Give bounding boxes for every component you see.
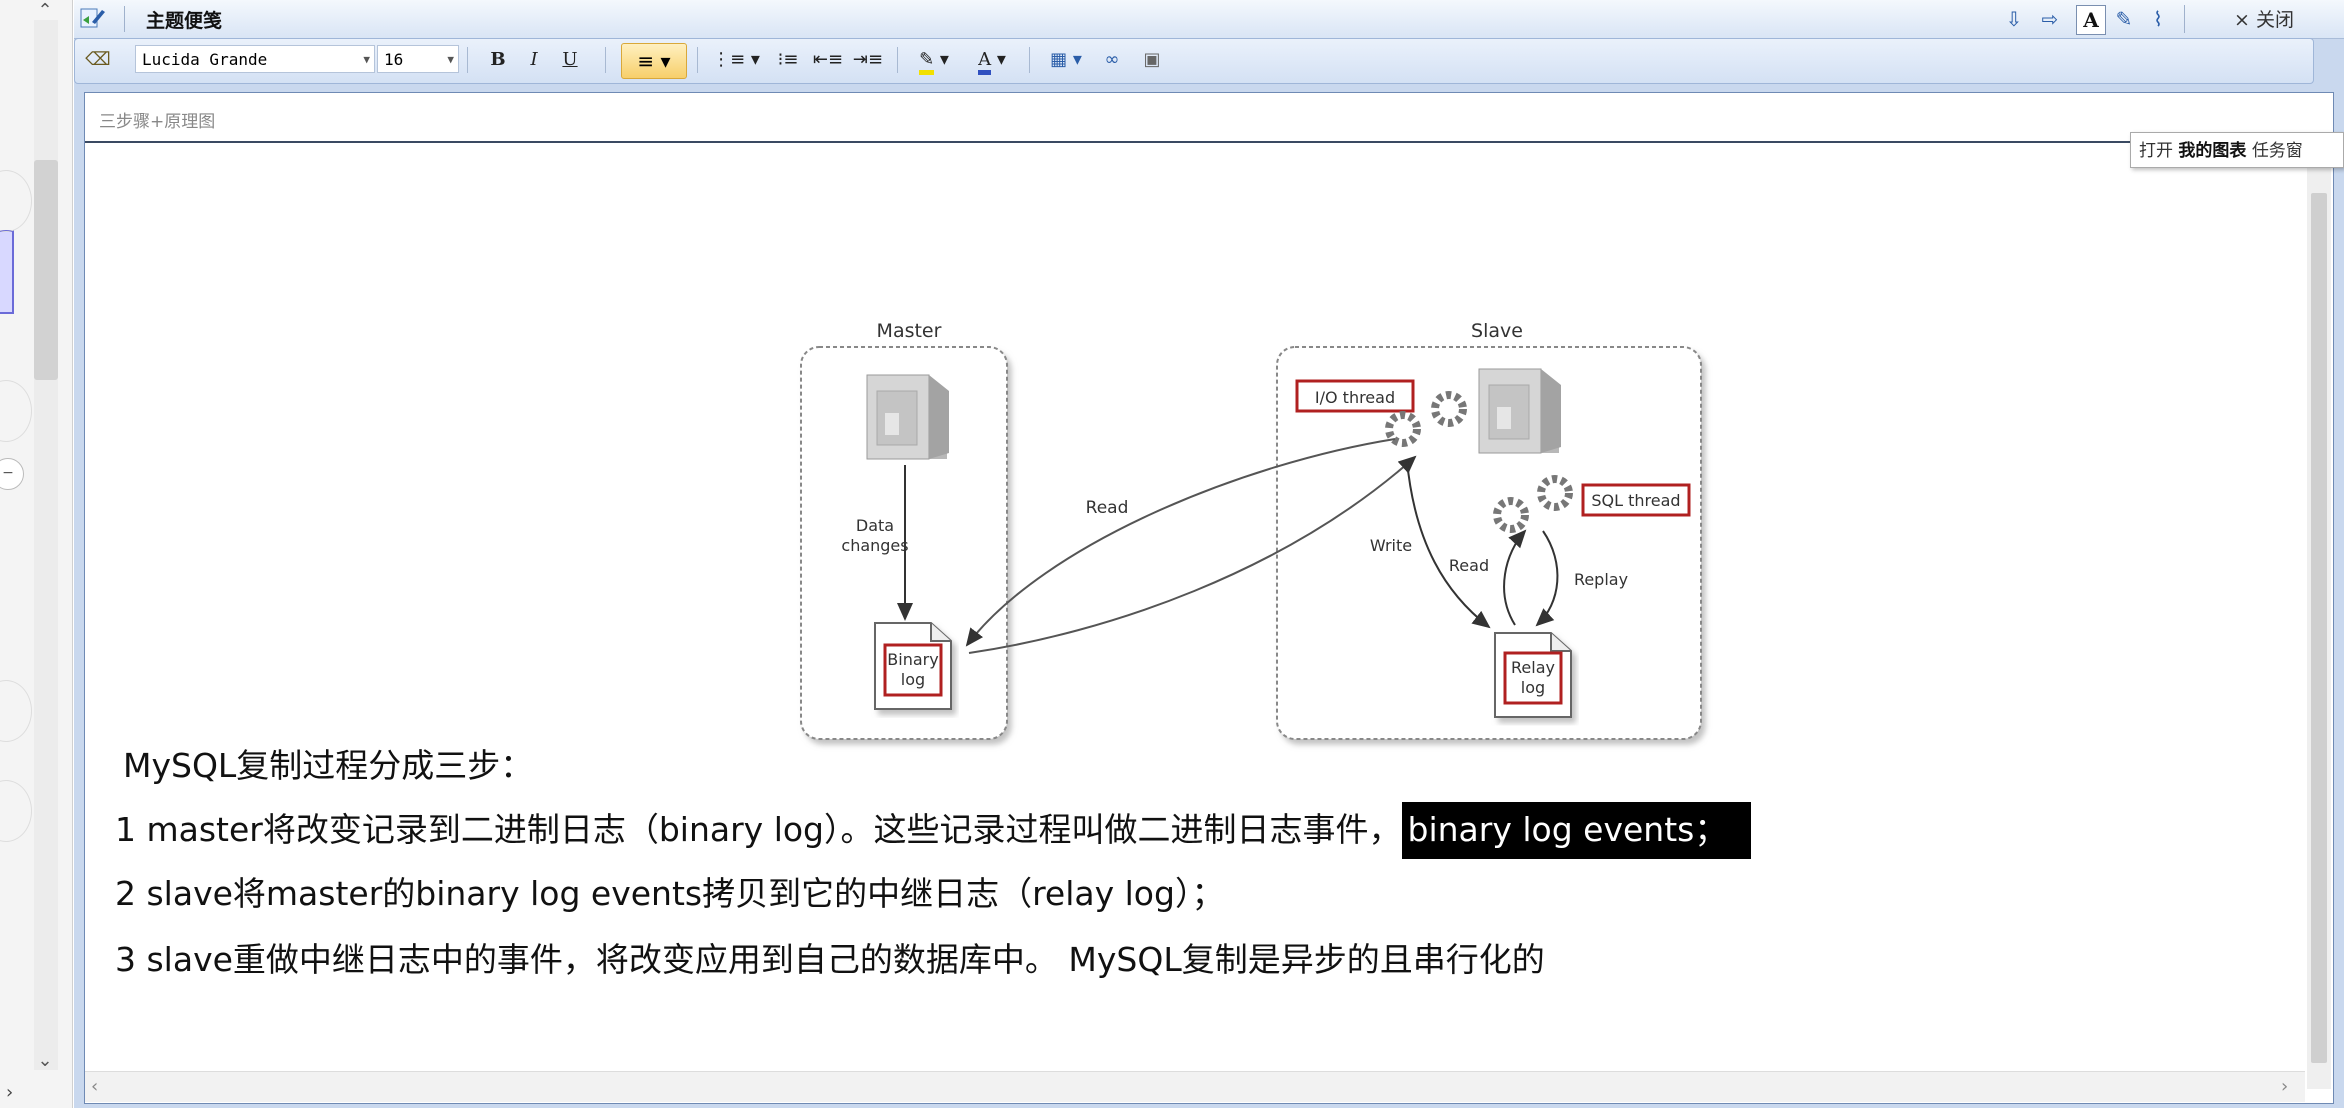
link-icon[interactable]: ∞ <box>1095 45 1129 75</box>
tooltip-bold-text: 我的图表 <box>2178 141 2247 161</box>
increase-indent-icon[interactable]: ⇥≡ <box>851 45 885 75</box>
scroll-left-icon[interactable]: ‹ <box>91 1076 98 1097</box>
insert-note-icon[interactable] <box>80 6 106 30</box>
data-changes-label-1: Data <box>856 516 894 535</box>
replication-diagram: Master Data changes Binary log Slave I/O… <box>800 320 1702 740</box>
tooltip: 打开 我的图表 任务窗 <box>2130 132 2344 168</box>
read-label: Read <box>1086 498 1129 518</box>
relay-log-label-2: log <box>1521 678 1545 697</box>
title-bar: 主题便笺 ⇩ ⇨ A ✎ ⌇ × 关闭 <box>74 0 2344 39</box>
binary-log-label-2: log <box>901 670 925 689</box>
io-thread-label: I/O thread <box>1315 388 1395 407</box>
relay-log-label-1: Relay <box>1511 658 1555 677</box>
binary-log-label-1: Binary <box>887 650 938 669</box>
server-icon <box>866 374 949 460</box>
step-3-text: 3 slave重做中继日志中的事件，将改变应用到自己的数据库中。 MySQL复制… <box>115 940 1545 979</box>
sql-thread-label: SQL thread <box>1591 491 1680 510</box>
bullet-list-icon[interactable]: ⁝≡ <box>771 45 805 75</box>
highlighter-icon[interactable]: ⌇ <box>2144 5 2172 33</box>
separator <box>2184 5 2185 33</box>
step-1-text: 1 master将改变记录到二进制日志（binary log）。这些记录过程叫做… <box>115 802 1752 859</box>
outline-connector <box>0 680 32 742</box>
chevron-down-icon: ▼ <box>447 53 454 66</box>
binary-log-document: Binary log <box>874 622 952 710</box>
export-icon[interactable]: ⇨ <box>2036 5 2064 33</box>
bold-button[interactable]: B <box>485 45 511 75</box>
intro-text: MySQL复制过程分成三步： <box>123 746 534 785</box>
collapse-icon[interactable]: − <box>0 458 24 490</box>
separator <box>124 6 125 32</box>
window-title: 主题便笺 <box>146 10 223 32</box>
align-left-button[interactable]: ≡ ▾ <box>621 43 687 79</box>
numbered-list-icon[interactable]: ⋮≡ ▾ <box>711 45 761 75</box>
tooltip-prefix: 打开 <box>2139 141 2173 161</box>
table-icon[interactable]: ▦ ▾ <box>1041 45 1091 75</box>
step-1-body: 1 master将改变记录到二进制日志（binary log）。这些记录过程叫做… <box>115 810 1402 849</box>
italic-button[interactable]: I <box>521 45 547 75</box>
highlight-color-icon[interactable]: ✎ ▾ <box>909 45 959 75</box>
tooltip-suffix: 任务窗 <box>2251 141 2303 161</box>
scroll-right-icon[interactable]: › <box>2281 1076 2288 1097</box>
format-toolbar: ⌫ Lucida Grande ▼ 16 ▼ B I U ≡ ▾ ⋮≡ ▾ ⁝≡… <box>74 38 2314 84</box>
separator <box>697 47 698 73</box>
text-format-icon[interactable]: A <box>2076 5 2106 35</box>
separator <box>1029 47 1030 73</box>
font-color-icon[interactable]: A ▾ <box>967 45 1017 75</box>
scroll-down-icon[interactable]: ⌄ <box>30 1050 60 1072</box>
outline-selected-tab[interactable] <box>0 230 14 314</box>
image-icon[interactable]: ▣ <box>1135 45 1169 75</box>
scroll-up-icon[interactable]: ⌃ <box>30 0 60 22</box>
server-icon <box>1478 368 1561 454</box>
decrease-indent-icon[interactable]: ⇤≡ <box>811 45 845 75</box>
clear-format-icon[interactable]: ⌫ <box>83 45 113 75</box>
separator <box>467 47 468 73</box>
outline-scrollbar-thumb[interactable] <box>34 160 58 380</box>
write-label: Write <box>1370 536 1412 555</box>
outline-connector <box>0 780 32 842</box>
read-label-2: Read <box>1449 556 1489 575</box>
import-icon[interactable]: ⇩ <box>2000 5 2028 33</box>
separator <box>897 47 898 73</box>
outline-connector <box>0 170 32 232</box>
master-label: Master <box>877 320 942 342</box>
font-family-select[interactable]: Lucida Grande ▼ <box>135 45 375 73</box>
chevron-down-icon: ▼ <box>363 53 370 66</box>
slave-label: Slave <box>1471 320 1523 342</box>
close-button[interactable]: × 关闭 <box>2234 5 2294 32</box>
replay-label: Replay <box>1574 570 1628 589</box>
outline-connector <box>0 380 32 442</box>
pen-icon[interactable]: ✎ <box>2110 5 2138 33</box>
font-size-select[interactable]: 16 ▼ <box>377 45 459 73</box>
relay-log-document: Relay log <box>1494 632 1572 718</box>
font-family-value: Lucida Grande <box>142 50 268 69</box>
step-2-text: 2 slave将master的binary log events拷贝到它的中继日… <box>115 874 1225 913</box>
note-title[interactable]: 三步骤+原理图 <box>99 107 215 132</box>
font-size-value: 16 <box>384 50 404 69</box>
note-window: 主题便笺 ⇩ ⇨ A ✎ ⌇ × 关闭 ⌫ Lucida Grande ▼ 16… <box>74 0 2344 1108</box>
note-editor[interactable]: 三步骤+原理图 Master Data changes Binary log S… <box>84 92 2334 1104</box>
vertical-scrollbar-thumb[interactable] <box>2311 193 2327 1063</box>
selected-text-highlight[interactable]: binary log events； <box>1401 802 1752 859</box>
expand-right-icon[interactable]: › <box>6 1082 13 1103</box>
data-changes-label-2: changes <box>841 536 908 555</box>
underline-button[interactable]: U <box>557 45 583 75</box>
divider <box>85 141 2333 143</box>
horizontal-scrollbar[interactable]: ‹ › <box>85 1071 2305 1102</box>
outline-panel: ⌃ − ⌄ › <box>0 0 73 1108</box>
separator <box>605 47 606 73</box>
